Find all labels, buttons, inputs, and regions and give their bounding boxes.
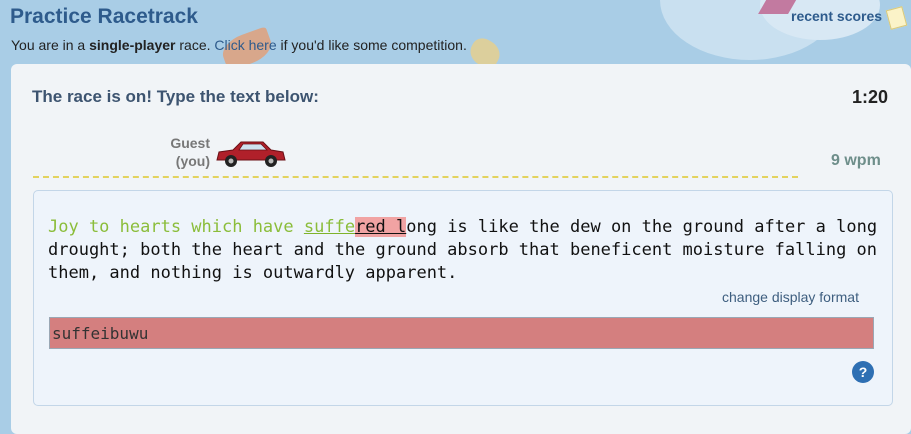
typed-text: Joy to hearts which have xyxy=(48,217,304,237)
race-track xyxy=(33,176,798,178)
car-icon xyxy=(216,141,286,167)
race-timer: 1:20 xyxy=(852,87,889,107)
player-label: Guest (you) xyxy=(150,134,210,170)
player-note: (you) xyxy=(175,153,210,169)
current-word-correct: suffe xyxy=(303,217,356,237)
help-icon[interactable]: ? xyxy=(852,361,874,383)
wpm-indicator: 9 wpm xyxy=(831,152,881,169)
race-status: The race is on! Type the text below: xyxy=(32,87,319,106)
notepad-icon[interactable] xyxy=(885,6,908,30)
subtitle-suffix: if you'd like some competition. xyxy=(276,37,467,53)
race-passage: Joy to hearts which have suffered long i… xyxy=(48,216,878,285)
current-word-error: red l xyxy=(355,217,407,237)
page-title: Practice Racetrack xyxy=(10,5,198,28)
competition-link[interactable]: Click here xyxy=(214,37,276,53)
subtitle-mid: race. xyxy=(175,37,215,53)
change-display-format-link[interactable]: change display format xyxy=(722,289,859,305)
race-mode-description: You are in a single-player race. Click h… xyxy=(11,37,467,53)
recent-scores-link[interactable]: recent scores xyxy=(791,8,882,24)
player-name: Guest xyxy=(170,135,210,151)
race-mode: single-player xyxy=(89,37,176,53)
typing-input[interactable] xyxy=(49,317,874,349)
subtitle-prefix: You are in a xyxy=(11,37,90,53)
